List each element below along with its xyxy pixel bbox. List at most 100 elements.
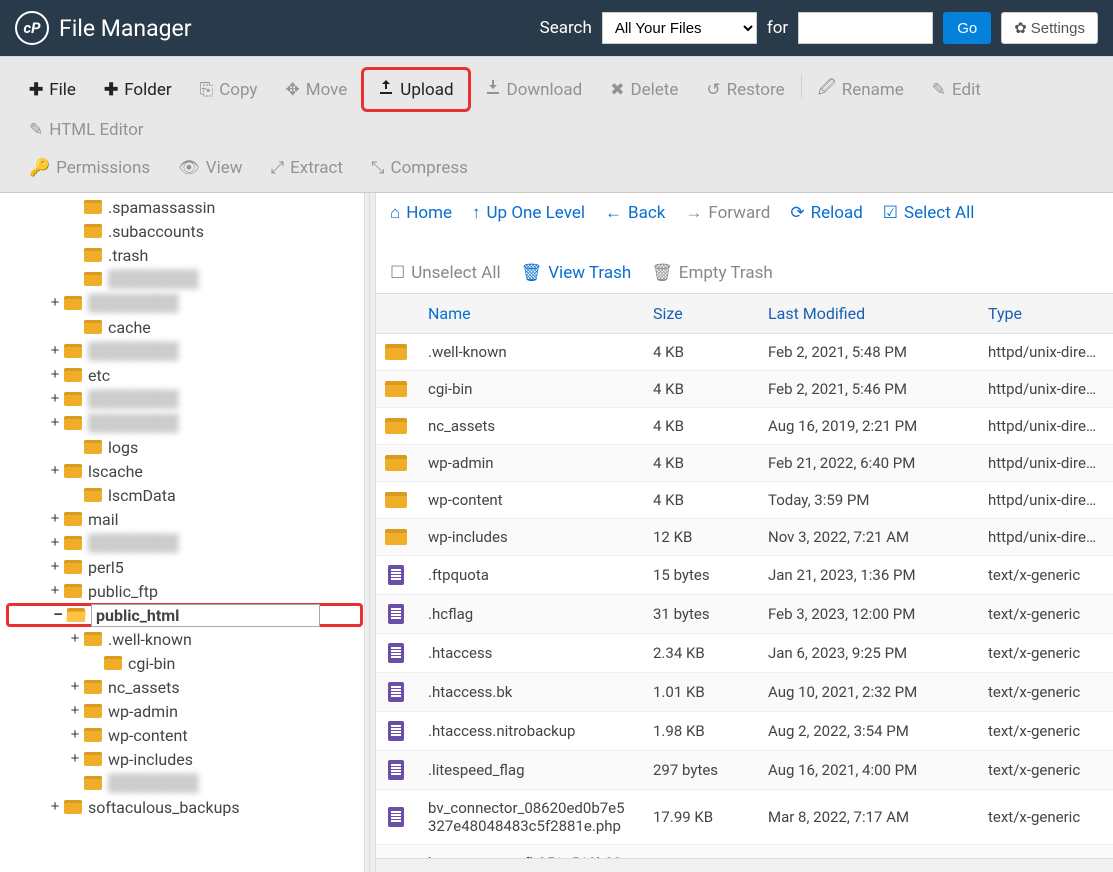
tree-node[interactable]: + mail bbox=[6, 507, 363, 531]
tree-label[interactable]: perl5 bbox=[88, 558, 124, 577]
tree-node[interactable]: +lscache bbox=[6, 459, 363, 483]
go-button[interactable]: Go bbox=[943, 12, 991, 44]
expander-icon[interactable]: + bbox=[46, 295, 64, 312]
tree-label[interactable]: public_html bbox=[91, 604, 320, 627]
unselect-all-button[interactable]: ☐Unselect All bbox=[390, 263, 501, 283]
new-folder-button[interactable]: ✚Folder bbox=[90, 67, 186, 112]
copy-button[interactable]: ⎘Copy bbox=[186, 67, 272, 112]
tree-label[interactable]: lscache bbox=[88, 462, 143, 481]
table-row[interactable]: wp-includes12 KBNov 3, 2022, 7:21 AMhttp… bbox=[376, 519, 1113, 556]
restore-button[interactable]: ↺Restore bbox=[692, 67, 798, 112]
expander-icon[interactable]: + bbox=[46, 583, 64, 600]
expander-icon[interactable]: + bbox=[46, 391, 64, 408]
tree-label[interactable]: ████████ bbox=[88, 293, 179, 313]
col-type[interactable]: Type bbox=[976, 294, 1113, 333]
tree-node[interactable]: + ████████ bbox=[6, 291, 363, 315]
rename-button[interactable]: 🖉Rename bbox=[804, 67, 918, 112]
expander-icon[interactable]: + bbox=[66, 751, 84, 768]
tree-node[interactable]: + nc_assets bbox=[6, 675, 363, 699]
delete-button[interactable]: ✖Delete bbox=[596, 67, 692, 112]
table-row[interactable]: .htaccess.nitrobackup1.98 KBAug 2, 2022,… bbox=[376, 712, 1113, 751]
tree-node[interactable]: + .well-known bbox=[6, 627, 363, 651]
tree-label[interactable]: wp-content bbox=[108, 726, 188, 745]
col-modified[interactable]: Last Modified bbox=[756, 294, 976, 333]
reload-button[interactable]: ⟳Reload bbox=[790, 203, 862, 223]
forward-button[interactable]: →Forward bbox=[685, 203, 770, 223]
tree-label[interactable]: etc bbox=[88, 366, 110, 385]
expander-icon[interactable]: + bbox=[66, 727, 84, 744]
tree-label[interactable]: ████████ bbox=[108, 773, 199, 793]
table-row[interactable]: cgi-bin4 KBFeb 2, 2021, 5:46 PMhttpd/uni… bbox=[376, 371, 1113, 408]
table-row[interactable]: .htaccess2.34 KBJan 6, 2023, 9:25 PMtext… bbox=[376, 634, 1113, 673]
settings-button[interactable]: ✿ Settings bbox=[1001, 12, 1098, 44]
tree-node[interactable]: + ████████ bbox=[6, 531, 363, 555]
tree-node[interactable]: +cgi-bin bbox=[6, 651, 363, 675]
tree-label[interactable]: ████████ bbox=[88, 341, 179, 361]
tree-node[interactable]: +.subaccounts bbox=[6, 219, 363, 243]
new-file-button[interactable]: ✚File bbox=[15, 67, 90, 112]
table-row[interactable]: .well-known4 KBFeb 2, 2021, 5:48 PMhttpd… bbox=[376, 334, 1113, 371]
tree-node[interactable]: − public_html bbox=[6, 603, 363, 627]
empty-trash-button[interactable]: 🗑Empty Trash bbox=[651, 263, 773, 283]
tree-node[interactable]: +.spamassassin bbox=[6, 195, 363, 219]
tree-label[interactable]: .subaccounts bbox=[108, 222, 204, 241]
tree-label[interactable]: ████████ bbox=[88, 389, 179, 409]
tree-label[interactable]: wp-admin bbox=[108, 702, 178, 721]
tree-node[interactable]: + wp-includes bbox=[6, 747, 363, 771]
tree-node[interactable]: + ████████ bbox=[6, 387, 363, 411]
download-button[interactable]: Download bbox=[471, 67, 597, 112]
tree-label[interactable]: logs bbox=[108, 438, 138, 457]
tree-label[interactable]: ████████ bbox=[88, 413, 179, 433]
tree-node[interactable]: +logs bbox=[6, 435, 363, 459]
table-row[interactable]: nc_assets4 KBAug 16, 2019, 2:21 PMhttpd/… bbox=[376, 408, 1113, 445]
col-icon[interactable] bbox=[376, 294, 416, 333]
table-row[interactable]: bv_connector_08620ed0b7e5327e48048483c5f… bbox=[376, 790, 1113, 845]
tree-node[interactable]: +lscmData bbox=[6, 483, 363, 507]
tree-label[interactable]: .well-known bbox=[108, 630, 192, 649]
expander-icon[interactable]: + bbox=[46, 343, 64, 360]
table-row[interactable]: .htaccess.bk1.01 KBAug 10, 2021, 2:32 PM… bbox=[376, 673, 1113, 712]
up-one-level-button[interactable]: ↑Up One Level bbox=[472, 203, 585, 223]
home-button[interactable]: ⌂Home bbox=[390, 203, 452, 223]
view-trash-button[interactable]: 🗑View Trash bbox=[521, 263, 632, 283]
expander-icon[interactable]: + bbox=[46, 367, 64, 384]
permissions-button[interactable]: 🔑Permissions bbox=[15, 150, 164, 186]
tree-node[interactable]: +████████ bbox=[6, 267, 363, 291]
view-button[interactable]: 👁View bbox=[164, 150, 256, 186]
tree-node[interactable]: +████████ bbox=[6, 771, 363, 795]
move-button[interactable]: ✥Move bbox=[271, 67, 361, 112]
compress-button[interactable]: ⤡Compress bbox=[357, 150, 482, 186]
tree-label[interactable]: cache bbox=[108, 318, 151, 337]
tree-label[interactable]: ████████ bbox=[88, 533, 179, 553]
tree-node[interactable]: +wp-admin bbox=[6, 699, 363, 723]
tree-label[interactable]: cgi-bin bbox=[128, 654, 175, 673]
expander-icon[interactable]: + bbox=[46, 559, 64, 576]
tree-label[interactable]: softaculous_backups bbox=[88, 798, 240, 817]
col-size[interactable]: Size bbox=[641, 294, 756, 333]
expander-icon[interactable]: + bbox=[46, 511, 64, 528]
table-row[interactable]: .hcflag31 bytesFeb 3, 2023, 12:00 PMtext… bbox=[376, 595, 1113, 634]
expander-icon[interactable]: − bbox=[49, 607, 67, 624]
tree-node[interactable]: + ████████ bbox=[6, 411, 363, 435]
expander-icon[interactable]: + bbox=[66, 679, 84, 696]
back-button[interactable]: ←Back bbox=[605, 203, 665, 223]
tree-label[interactable]: wp-includes bbox=[108, 750, 193, 769]
tree-node[interactable]: + wp-content bbox=[6, 723, 363, 747]
tree-label[interactable]: nc_assets bbox=[108, 678, 180, 697]
tree-label[interactable]: .spamassassin bbox=[108, 198, 215, 217]
table-row[interactable]: bv_connector_fb251c518b29283ac0023f3d95f… bbox=[376, 845, 1113, 858]
html-editor-button[interactable]: ✎HTML Editor bbox=[15, 112, 158, 148]
table-row[interactable]: wp-content4 KBToday, 3:59 PMhttpd/unix-d… bbox=[376, 482, 1113, 519]
tree-node[interactable]: +cache bbox=[6, 315, 363, 339]
expander-icon[interactable]: + bbox=[66, 631, 84, 648]
tree-label[interactable]: ████████ bbox=[108, 269, 199, 289]
col-name[interactable]: Name bbox=[416, 294, 641, 333]
edit-button[interactable]: ✎Edit bbox=[918, 67, 995, 112]
tree-node[interactable]: +.trash bbox=[6, 243, 363, 267]
search-scope-select[interactable]: All Your Files bbox=[602, 12, 757, 44]
expander-icon[interactable]: + bbox=[46, 535, 64, 552]
tree-label[interactable]: .trash bbox=[108, 246, 148, 265]
expander-icon[interactable]: + bbox=[46, 415, 64, 432]
tree-label[interactable]: mail bbox=[88, 510, 119, 529]
tree-node[interactable]: + ████████ bbox=[6, 339, 363, 363]
